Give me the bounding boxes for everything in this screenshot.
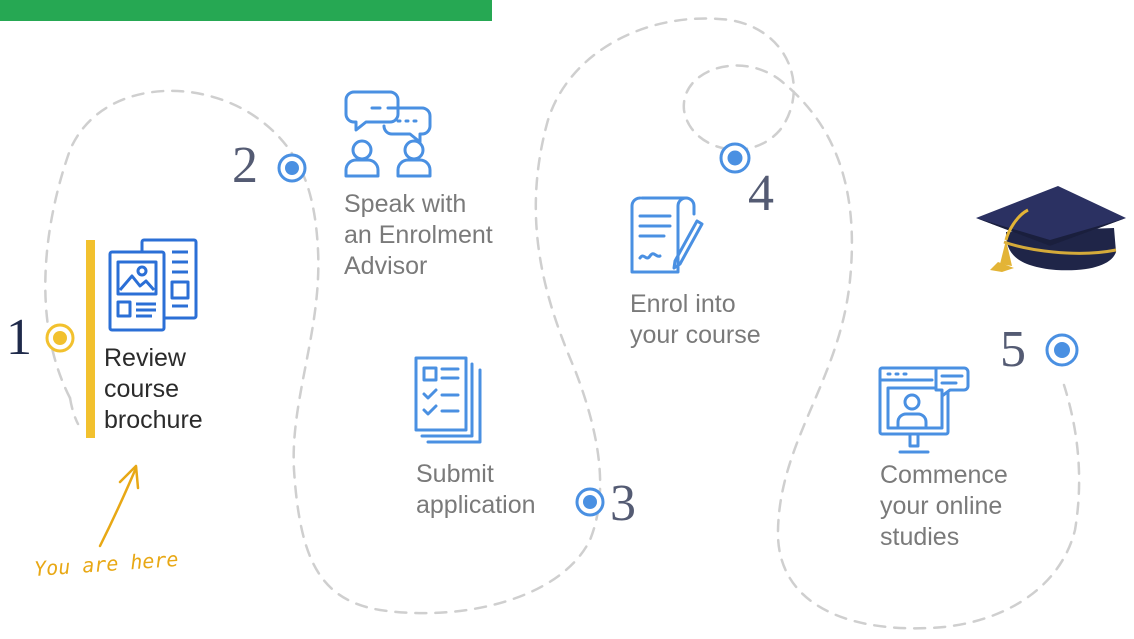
- step-5-marker-icon[interactable]: [1044, 332, 1080, 368]
- step-5-label-line: studies: [880, 523, 960, 551]
- step-3-number: 3: [610, 475, 636, 532]
- step-3-label-line: application: [416, 491, 536, 519]
- step-1-marker-icon[interactable]: [45, 323, 75, 353]
- step-2-marker-icon[interactable]: [276, 152, 308, 184]
- step-3-label: Submit application: [416, 459, 536, 521]
- step-2-label-line: Speak with: [344, 190, 467, 218]
- current-step-highlight-bar: [86, 240, 95, 438]
- step-4-number: 4: [748, 165, 774, 222]
- graduation-cap-icon: [976, 186, 1126, 272]
- step-4-label-line: Enrol into: [630, 290, 736, 318]
- step-5-label: Commence your online studies: [880, 460, 1008, 553]
- chat-advisors-icon: [344, 90, 432, 178]
- step-5-label-line: your online: [880, 492, 1003, 520]
- step-1-label-line: course: [104, 375, 180, 403]
- current-position-arrow-icon: [98, 464, 140, 548]
- step-2-number: 2: [232, 137, 258, 194]
- step-5-label-line: Commence: [880, 461, 1008, 489]
- step-3-marker-icon[interactable]: [574, 486, 606, 518]
- online-class-icon: [878, 366, 970, 454]
- step-4-label: Enrol into your course: [630, 289, 761, 351]
- signed-document-icon: [630, 196, 704, 274]
- step-1-number: 1: [6, 309, 32, 366]
- step-3-label-line: Submit: [416, 460, 494, 488]
- step-2-label: Speak with an Enrolment Advisor: [344, 189, 493, 282]
- step-1-label: Review course brochure: [104, 343, 203, 436]
- step-2-label-line: Advisor: [344, 252, 428, 280]
- application-form-icon: [414, 356, 482, 444]
- step-5-number: 5: [1000, 321, 1026, 378]
- step-4-marker-icon[interactable]: [718, 141, 752, 175]
- step-1-label-line: Review: [104, 344, 186, 372]
- step-4-label-line: your course: [630, 321, 761, 349]
- brochure-icon: [108, 238, 198, 332]
- step-2-label-line: an Enrolment: [344, 221, 493, 249]
- step-1-label-line: brochure: [104, 406, 203, 434]
